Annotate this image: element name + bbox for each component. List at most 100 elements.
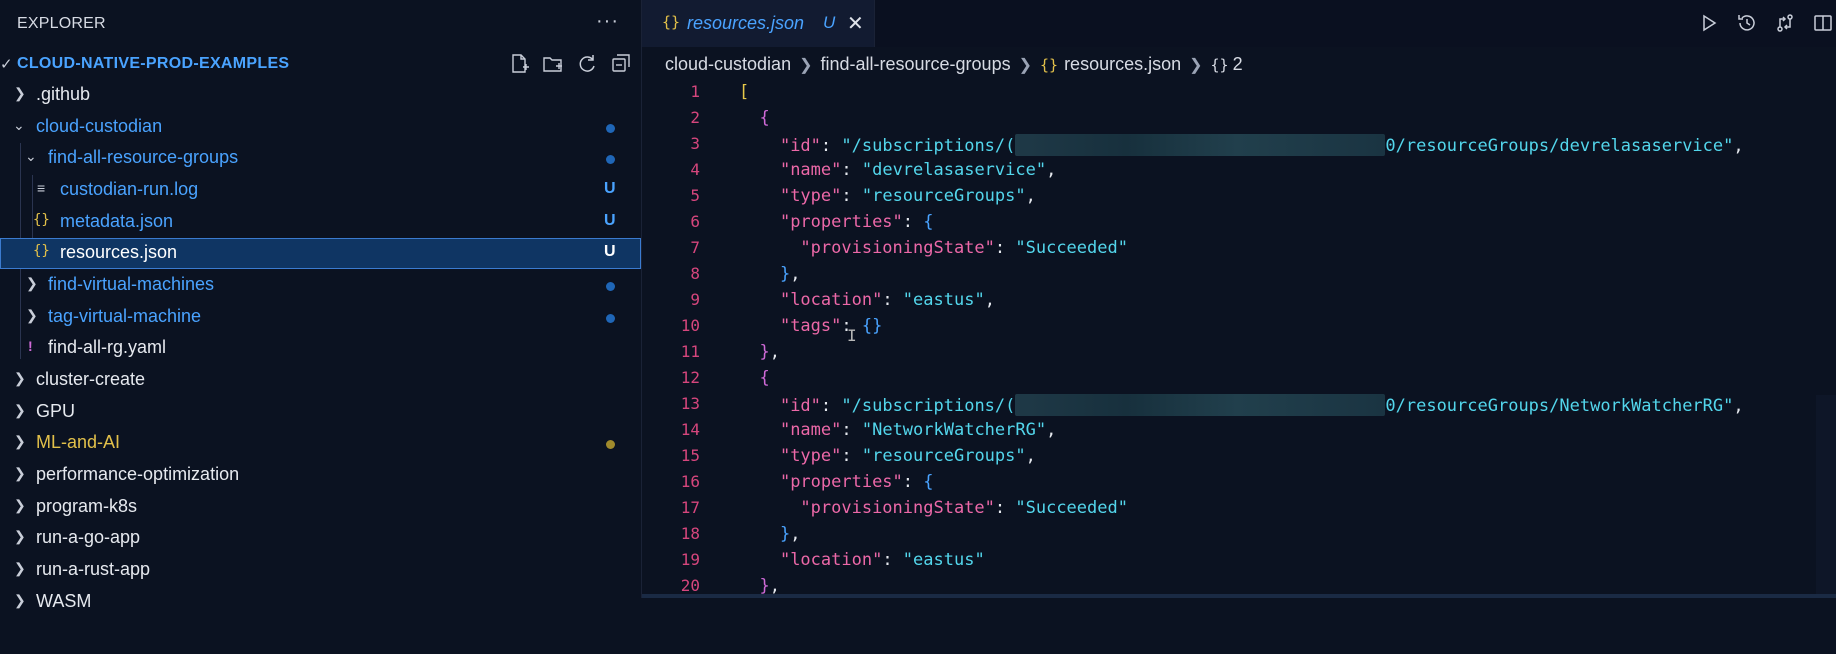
json-file-icon: {} [662,13,681,31]
line-content: { [759,108,770,128]
code-line: 10 "tags": {} [642,314,1836,340]
tab-label: resources.json [687,13,805,33]
line-number: 18 [680,524,700,543]
tree-folder-gpu[interactable]: ❯ GPU [0,397,641,428]
refresh-icon[interactable] [575,52,599,76]
tree-folder-cluster-create[interactable]: ❯ cluster-create [0,365,641,396]
tree-folder-find-virtual-machines[interactable]: ❯ find-virtual-machines [0,270,641,301]
explorer-sidebar: EXPLORER ··· ✓ CLOUD-NATIVE-PROD-EXAMPLE… [0,0,642,611]
chevron-right-icon: ❯ [1018,56,1032,74]
tree-folder-run-a-rust-app[interactable]: ❯ run-a-rust-app [0,555,641,586]
json-file-icon: {} [33,243,50,259]
tree-item-label: cloud-custodian [36,116,163,136]
code-line: 11 }, [642,340,1836,366]
split-editor-icon[interactable] [1810,10,1836,36]
tree-folder-cloud-custodian[interactable]: ⌄ cloud-custodian [0,112,641,143]
line-number: 20 [680,576,700,595]
chevron-right-icon: ❯ [26,307,38,323]
horizontal-scrollbar[interactable] [642,594,1836,598]
breadcrumb: cloud-custodian ❯ find-all-resource-grou… [665,54,1243,75]
code-line: 5 "type": "resourceGroups", [642,184,1836,210]
new-file-icon[interactable] [507,52,531,76]
chevron-down-icon: ✓ [0,56,13,73]
tab-untracked-badge: U [823,13,836,32]
chevron-right-icon: ❯ [14,497,26,513]
collapse-all-icon[interactable] [609,52,633,76]
tree-file-custodian-run-log[interactable]: ≡ custodian-run.log U [0,175,641,206]
breadcrumb-subfolder[interactable]: find-all-resource-groups [821,54,1011,75]
modified-dot [606,314,615,323]
code-line: 18 }, [642,522,1836,548]
line-content: }, [759,342,780,362]
json-file-icon: {} [1040,55,1059,74]
json-node-icon: {} [1210,55,1229,74]
timeline-history-icon[interactable] [1734,10,1760,36]
line-number: 12 [680,368,700,387]
tree-item-label: WASM [36,591,92,611]
tree-item-label: find-all-rg.yaml [48,337,167,357]
chevron-right-icon: ❯ [14,560,26,576]
tree-folder-ml-and-ai[interactable]: ❯ ML-and-AI [0,428,641,459]
code-line: 1 [ [642,80,1836,106]
chevron-right-icon: ❯ [14,402,26,418]
tree-item-label: run-a-rust-app [36,559,151,579]
line-content: { [759,368,770,388]
breadcrumb-file[interactable]: resources.json [1064,54,1181,75]
editor-area: {} resources.json U ✕ cloud-custodian ❯ … [642,0,1836,598]
tree-folder-github[interactable]: ❯ .github [0,80,641,111]
line-content: }, [779,524,801,544]
yaml-file-icon: ! [28,338,33,354]
more-actions-icon[interactable]: ··· [596,10,619,33]
line-content: "id": "/subscriptions/(0/resourceGroups/… [779,394,1744,416]
log-file-icon: ≡ [37,180,46,196]
line-content: "properties": { [779,472,934,492]
new-folder-icon[interactable] [541,52,565,76]
run-icon[interactable] [1696,10,1722,36]
compare-changes-icon[interactable] [1772,10,1798,36]
close-icon[interactable]: ✕ [847,11,864,36]
json-file-icon: {} [33,212,50,228]
code-line: 2 { [642,106,1836,132]
tree-item-label: run-a-go-app [36,527,141,547]
code-editor[interactable]: 1 [ 2 { 3 "id": "/subscriptions/(0/resou… [642,80,1836,598]
line-content: "location": "eastus" [779,550,985,570]
line-number: 6 [690,212,700,231]
line-number: 3 [690,134,700,153]
workspace-folder-header[interactable]: ✓ CLOUD-NATIVE-PROD-EXAMPLES [0,48,641,80]
tree-item-label: program-k8s [36,496,138,516]
explorer-title: EXPLORER [17,15,106,32]
chevron-right-icon: ❯ [14,528,26,544]
line-number: 13 [680,394,700,413]
chevron-right-icon: ❯ [14,85,26,101]
line-content: "provisioningState": "Succeeded" [800,498,1128,518]
line-number: 9 [690,290,700,309]
text-cursor-icon: I [847,326,857,345]
tree-folder-wasm[interactable]: ❯ WASM [0,587,641,618]
tree-item-label: resources.json [60,242,178,262]
line-content: "name": "NetworkWatcherRG", [779,420,1057,440]
chevron-right-icon: ❯ [14,370,26,386]
tree-folder-run-a-go-app[interactable]: ❯ run-a-go-app [0,523,641,554]
code-line: 16 "properties": { [642,470,1836,496]
code-line: 12 { [642,366,1836,392]
line-content: "id": "/subscriptions/(0/resourceGroups/… [779,134,1744,156]
breadcrumb-node[interactable]: 2 [1233,54,1243,75]
tree-item-label: metadata.json [60,211,174,231]
tree-item-label: find-virtual-machines [48,274,215,294]
tree-file-resources-json[interactable]: {} resources.json U [0,238,641,269]
minimap[interactable] [1816,395,1836,595]
chevron-right-icon: ❯ [799,56,813,74]
chevron-right-icon: ❯ [14,433,26,449]
breadcrumb-folder[interactable]: cloud-custodian [665,54,791,75]
tree-folder-find-all-resource-groups[interactable]: ⌄ find-all-resource-groups [0,143,641,174]
tab-resources-json[interactable]: {} resources.json U ✕ [642,0,875,47]
line-content: "name": "devrelasaservice", [779,160,1057,180]
tree-file-find-all-rg-yaml[interactable]: ! find-all-rg.yaml [0,333,641,364]
modified-dot [606,440,615,449]
tree-folder-tag-virtual-machine[interactable]: ❯ tag-virtual-machine [0,302,641,333]
tree-folder-performance-optimization[interactable]: ❯ performance-optimization [0,460,641,491]
line-content: "provisioningState": "Succeeded" [800,238,1128,258]
tree-folder-program-k8s[interactable]: ❯ program-k8s [0,492,641,523]
tree-file-metadata-json[interactable]: {} metadata.json U [0,207,641,238]
tab-bar: {} resources.json U ✕ [642,0,1836,47]
